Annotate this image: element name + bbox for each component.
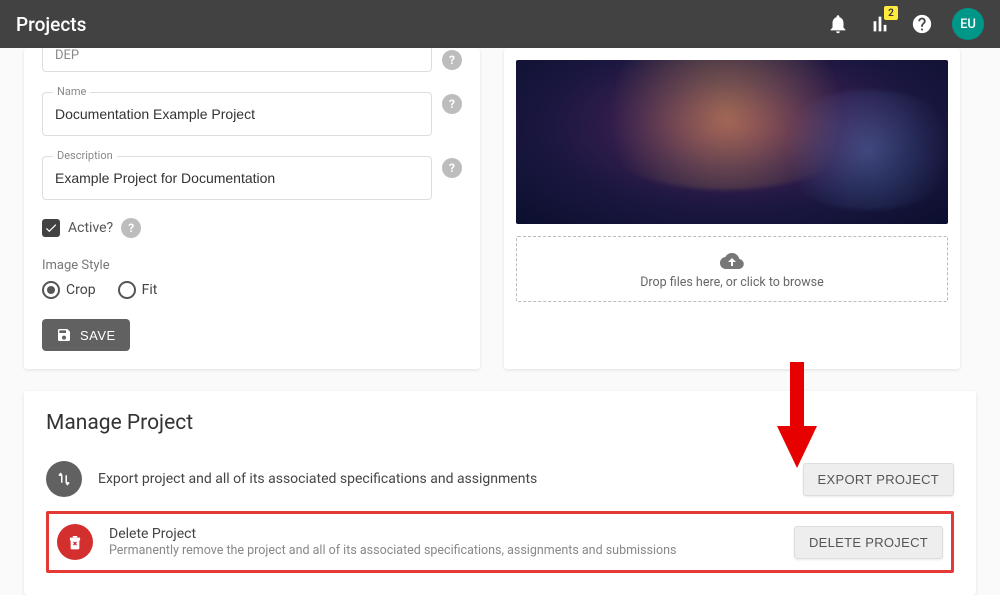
- radio-crop[interactable]: Crop: [42, 281, 96, 299]
- export-desc: Export project and all of its associated…: [98, 471, 787, 487]
- upload-dropzone[interactable]: Drop files here, or click to browse: [516, 236, 948, 302]
- cloud-upload-icon: [720, 249, 744, 273]
- delete-desc: Permanently remove the project and all o…: [109, 543, 778, 558]
- page-title: Projects: [16, 13, 86, 36]
- code-field-wrapper: DEP: [42, 48, 432, 72]
- save-button[interactable]: SAVE: [42, 319, 130, 351]
- description-field-wrapper: Description: [42, 156, 432, 200]
- project-image-preview: [516, 60, 948, 224]
- save-icon: [56, 327, 72, 343]
- delete-project-row: Delete Project Permanently remove the pr…: [46, 511, 954, 573]
- name-help-icon[interactable]: ?: [442, 94, 462, 114]
- active-checkbox[interactable]: [42, 219, 60, 237]
- save-button-label: SAVE: [80, 328, 116, 343]
- delete-icon: [57, 524, 93, 560]
- dropzone-text: Drop files here, or click to browse: [640, 275, 824, 290]
- delete-project-button[interactable]: DELETE PROJECT: [794, 526, 943, 559]
- description-help-icon[interactable]: ?: [442, 158, 462, 178]
- export-icon: [46, 461, 82, 497]
- name-field-wrapper: Name: [42, 92, 432, 136]
- app-header: Projects 2 EU: [0, 0, 1000, 48]
- analytics-icon[interactable]: 2: [868, 12, 892, 36]
- notifications-icon[interactable]: [826, 12, 850, 36]
- header-actions: 2 EU: [826, 8, 984, 40]
- project-form-card: DEP ? Name ? Description ? Active? ?: [24, 48, 480, 369]
- radio-crop-label: Crop: [66, 282, 96, 298]
- code-value: DEP: [55, 48, 79, 63]
- delete-title: Delete Project: [109, 526, 778, 542]
- analytics-badge: 2: [884, 6, 898, 20]
- user-avatar[interactable]: EU: [952, 8, 984, 40]
- name-input[interactable]: [55, 106, 419, 122]
- description-input[interactable]: [55, 170, 419, 186]
- radio-fit-label: Fit: [142, 282, 158, 298]
- export-project-row: Export project and all of its associated…: [46, 453, 954, 505]
- radio-fit[interactable]: Fit: [118, 281, 158, 299]
- manage-project-title: Manage Project: [46, 411, 954, 435]
- help-icon[interactable]: [910, 12, 934, 36]
- active-help-icon[interactable]: ?: [121, 218, 141, 238]
- project-image-card: Drop files here, or click to browse: [504, 48, 960, 369]
- active-label: Active?: [68, 220, 113, 236]
- name-label: Name: [53, 85, 90, 98]
- export-project-button[interactable]: EXPORT PROJECT: [803, 463, 954, 496]
- manage-project-card: Manage Project Export project and all of…: [24, 391, 976, 595]
- description-label: Description: [53, 149, 117, 162]
- image-style-label: Image Style: [42, 258, 462, 273]
- code-help-icon[interactable]: ?: [442, 50, 462, 70]
